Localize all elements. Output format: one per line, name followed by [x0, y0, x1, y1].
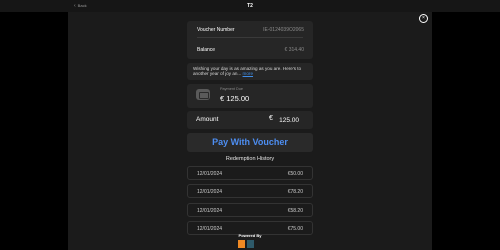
powered-by-label: Powered By: [238, 233, 262, 238]
wallet-icon: [196, 89, 210, 100]
brand-logo: [238, 240, 245, 248]
amount-currency: €: [269, 115, 273, 122]
history-amount: €50.00: [287, 171, 303, 177]
history-date: 12/01/2024: [197, 171, 223, 177]
history-date: 12/01/2024: [197, 208, 223, 214]
history-date: 12/01/2024: [197, 226, 223, 232]
history-row: 12/01/2024 €58.20: [187, 203, 313, 217]
payment-due-label: Payment Due: [220, 87, 244, 91]
history-date: 12/01/2024: [197, 189, 223, 195]
page-title: T2: [247, 3, 253, 9]
voucher-number-value: IE-0124039O2065: [263, 27, 304, 33]
message-card: Wishing your day is as amazing as you ar…: [187, 63, 313, 80]
voucher-card: Voucher Number IE-0124039O2065 Balance €…: [187, 21, 313, 59]
history-amount: €78.20: [287, 189, 303, 195]
history-amount: €58.20: [287, 208, 303, 214]
more-link[interactable]: more: [243, 71, 253, 76]
divider: [197, 37, 303, 38]
top-bar: ‹ Back T2: [0, 0, 500, 12]
balance-label: Balance: [197, 47, 216, 53]
payment-due-card: Payment Due € 125.00: [187, 84, 313, 108]
message-text: Wishing your day is as amazing as you ar…: [193, 66, 313, 77]
voucher-number-label: Voucher Number: [197, 27, 235, 33]
amount-card[interactable]: Amount € 125.00: [187, 111, 313, 129]
pay-with-voucher-button[interactable]: Pay With Voucher: [187, 133, 313, 152]
history-amount: €75.00: [287, 226, 303, 232]
redemption-history-title: Redemption History: [225, 156, 275, 162]
amount-input[interactable]: 125.00: [279, 117, 299, 124]
history-row: 12/01/2024 €50.00: [187, 166, 313, 180]
close-icon[interactable]: ×: [419, 14, 428, 23]
balance-value: € 314.40: [284, 47, 304, 53]
payment-due-value: € 125.00: [220, 94, 250, 103]
brand-logo: [247, 240, 254, 248]
amount-label: Amount: [196, 116, 219, 123]
history-row: 12/01/2024 €78.20: [187, 184, 313, 198]
